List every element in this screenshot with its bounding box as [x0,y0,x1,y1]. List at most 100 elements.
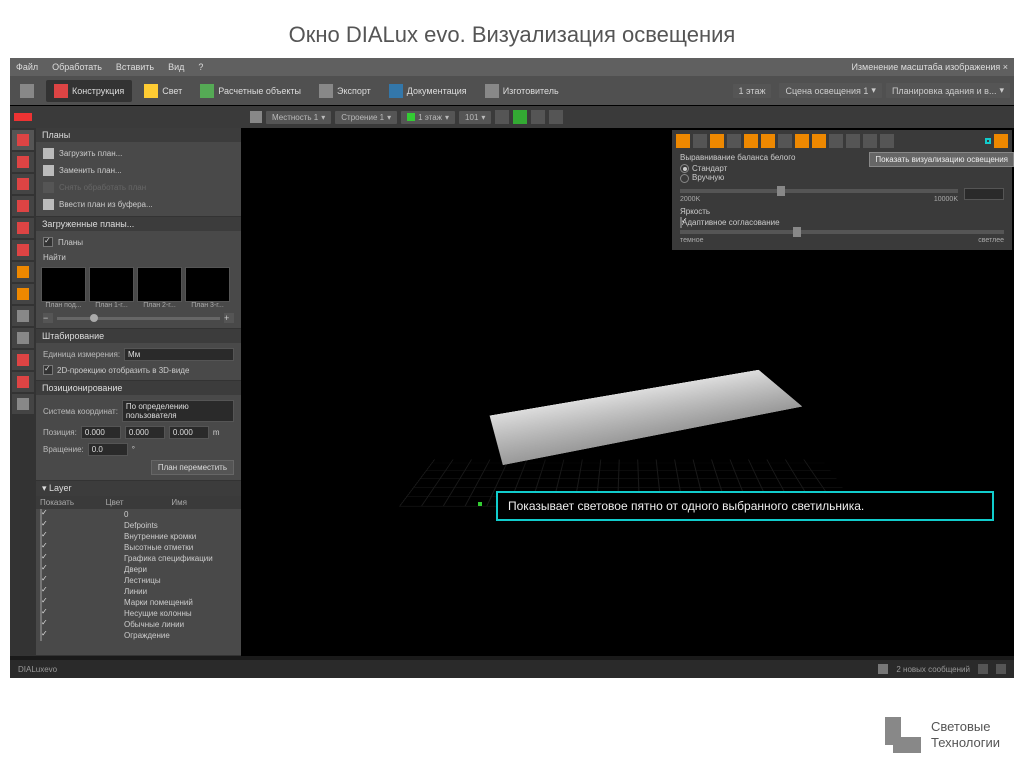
radio-manual[interactable] [680,174,689,183]
rail-btn-5[interactable] [12,218,34,238]
brightness-label: Яркость [680,207,1004,216]
rail-btn-8[interactable] [12,284,34,304]
layer-row[interactable]: Графика спецификации [36,553,241,564]
kelvin-field[interactable] [964,188,1004,200]
rail-btn-9[interactable] [12,306,34,326]
viewport[interactable]: Показать визуализацию освещения Выравнив… [241,128,1014,656]
rail-btn-13[interactable] [12,394,34,414]
2d3d-checkbox[interactable] [43,365,53,375]
vis-tool-5[interactable] [744,134,758,148]
vis-tool-7[interactable] [778,134,792,148]
pos-x-input[interactable] [81,426,121,439]
ctx-ico-1[interactable] [250,111,262,123]
minus-icon[interactable]: − [43,313,53,323]
vis-tool-10[interactable] [829,134,843,148]
rail-btn-10[interactable] [12,328,34,348]
show-light-visualization-button[interactable] [985,138,991,144]
vis-tooltip: Показать визуализацию освещения [869,152,1014,167]
menu-view[interactable]: Вид [168,62,184,72]
replace-plan[interactable]: Заменить план... [39,162,238,179]
pos-z-input[interactable] [169,426,209,439]
rail-btn-1[interactable] [12,130,34,150]
vis-tool-6[interactable] [761,134,775,148]
layer-row[interactable]: Несущие колонны [36,608,241,619]
layer-row[interactable]: Внутренние кромки [36,531,241,542]
plus-icon[interactable]: + [224,313,234,323]
status-icon-1[interactable] [978,664,988,674]
thumb-2[interactable] [137,267,182,302]
vis-tool-9[interactable] [812,134,826,148]
vis-tool-14[interactable] [994,134,1008,148]
brightness-slider[interactable] [680,230,1004,234]
vis-tool-3[interactable] [710,134,724,148]
ctx-tool-4[interactable] [549,110,563,124]
menu-edit[interactable]: Обработать [52,62,102,72]
adaptive-checkbox[interactable] [680,217,682,228]
pos-y-input[interactable] [125,426,165,439]
menu-insert[interactable]: Вставить [116,62,154,72]
radio-standard[interactable] [680,164,689,173]
coord-select[interactable]: По определению пользователя [122,400,234,422]
vis-tool-13[interactable] [880,134,894,148]
layer-row[interactable]: Двери [36,564,241,575]
layer-row[interactable]: Марки помещений [36,597,241,608]
vis-tool-2[interactable] [693,134,707,148]
tab-construction[interactable]: Конструкция [46,80,132,102]
thumb-0[interactable] [41,267,86,302]
move-plan-button[interactable]: План переместить [151,460,234,475]
thumb-3[interactable] [185,267,230,302]
layers-header[interactable]: ▾ Layer [36,481,241,496]
status-icon-2[interactable] [996,664,1006,674]
thumb-1[interactable] [89,267,134,302]
tab-export[interactable]: Экспорт [313,84,377,98]
rotation-input[interactable] [88,443,128,456]
buffer-plan[interactable]: Ввести план из буфера... [39,196,238,213]
vis-tool-4[interactable] [727,134,741,148]
breadcrumb-floor[interactable]: 1 этаж ▾ [401,111,455,124]
rail-btn-3[interactable] [12,174,34,194]
layer-row[interactable]: Ограждение [36,630,241,641]
vis-tool-11[interactable] [846,134,860,148]
rail-btn-7[interactable] [12,262,34,282]
tab-light[interactable]: Свет [138,84,188,98]
thumb-slider[interactable]: − + [39,311,238,325]
breadcrumb-building[interactable]: Строение 1 ▾ [335,111,397,124]
breadcrumb-terrain[interactable]: Местность 1 ▾ [266,111,331,124]
vis-tool-1[interactable] [676,134,690,148]
tab-docs[interactable]: Документация [383,84,473,98]
ribbon: Конструкция Свет Расчетные объекты Экспо… [10,76,1014,106]
rail-btn-6[interactable] [12,240,34,260]
ctx-tool-2[interactable] [513,110,527,124]
unit-select[interactable]: Мм [124,348,234,361]
tab-mfg[interactable]: Изготовитель [479,84,565,98]
layer-row[interactable]: 0 [36,509,241,520]
kelvin-slider[interactable] [680,189,958,193]
tab-calc[interactable]: Расчетные объекты [194,84,307,98]
rail-btn-4[interactable] [12,196,34,216]
layer-row[interactable]: Обычные линии [36,619,241,630]
layer-row[interactable]: Высотные отметки [36,542,241,553]
layer-row[interactable]: Линии [36,586,241,597]
status-messages[interactable]: 2 новых сообщений [896,665,970,674]
menu-file[interactable]: Файл [16,62,38,72]
dropdown-scene[interactable]: Сцена освещения 1 ▾ [779,83,881,98]
ribbon-logo[interactable] [14,84,40,98]
vis-tool-12[interactable] [863,134,877,148]
rail-btn-12[interactable] [12,372,34,392]
dropdown-planning[interactable]: Планировка здания и в... ▾ [886,83,1010,98]
breadcrumb-room[interactable]: 101 ▾ [459,111,491,124]
ctx-tool-1[interactable] [495,110,509,124]
plans-checkbox[interactable]: Планы [39,234,238,250]
rail-btn-11[interactable] [12,350,34,370]
message-icon[interactable] [878,664,888,674]
menu-help[interactable]: ? [198,62,203,72]
layer-row[interactable]: Лестницы [36,575,241,586]
ctx-tool-3[interactable] [531,110,545,124]
load-plan[interactable]: Загрузить план... [39,145,238,162]
vis-tool-8[interactable] [795,134,809,148]
rail-btn-2[interactable] [12,152,34,172]
layer-row[interactable]: Defpoints [36,520,241,531]
menubar-right[interactable]: Изменение масштаба изображения × [851,62,1008,72]
dropdown-floor-ribbon[interactable]: 1 этаж [733,84,772,98]
layer-visibility-checkbox[interactable] [40,630,42,641]
